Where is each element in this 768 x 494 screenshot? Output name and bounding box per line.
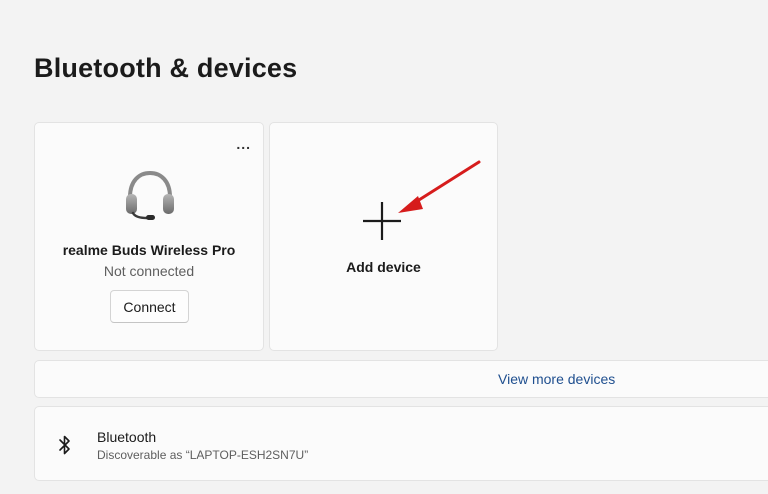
bluetooth-setting-row[interactable]: Bluetooth Discoverable as “LAPTOP-ESH2SN… (34, 406, 768, 481)
bluetooth-title: Bluetooth (97, 429, 157, 445)
add-device-label: Add device (346, 259, 421, 275)
connect-button[interactable]: Connect (110, 290, 189, 323)
headset-icon (126, 170, 174, 220)
page-title: Bluetooth & devices (34, 53, 298, 83)
view-more-devices-row[interactable]: View more devices (34, 360, 768, 398)
plus-icon (363, 202, 401, 240)
bluetooth-discoverable-text: Discoverable as “LAPTOP-ESH2SN7U” (97, 448, 309, 462)
more-options-button[interactable]: ... (236, 137, 251, 151)
device-name: realme Buds Wireless Pro (62, 242, 236, 258)
add-device-card[interactable]: Add device (269, 122, 498, 351)
bluetooth-icon (59, 435, 70, 455)
device-card-realme-buds[interactable]: ... realme Buds Wireless Pro Not connect… (34, 122, 264, 351)
device-status: Not connected (103, 263, 195, 279)
view-more-devices-link[interactable]: View more devices (498, 371, 615, 387)
